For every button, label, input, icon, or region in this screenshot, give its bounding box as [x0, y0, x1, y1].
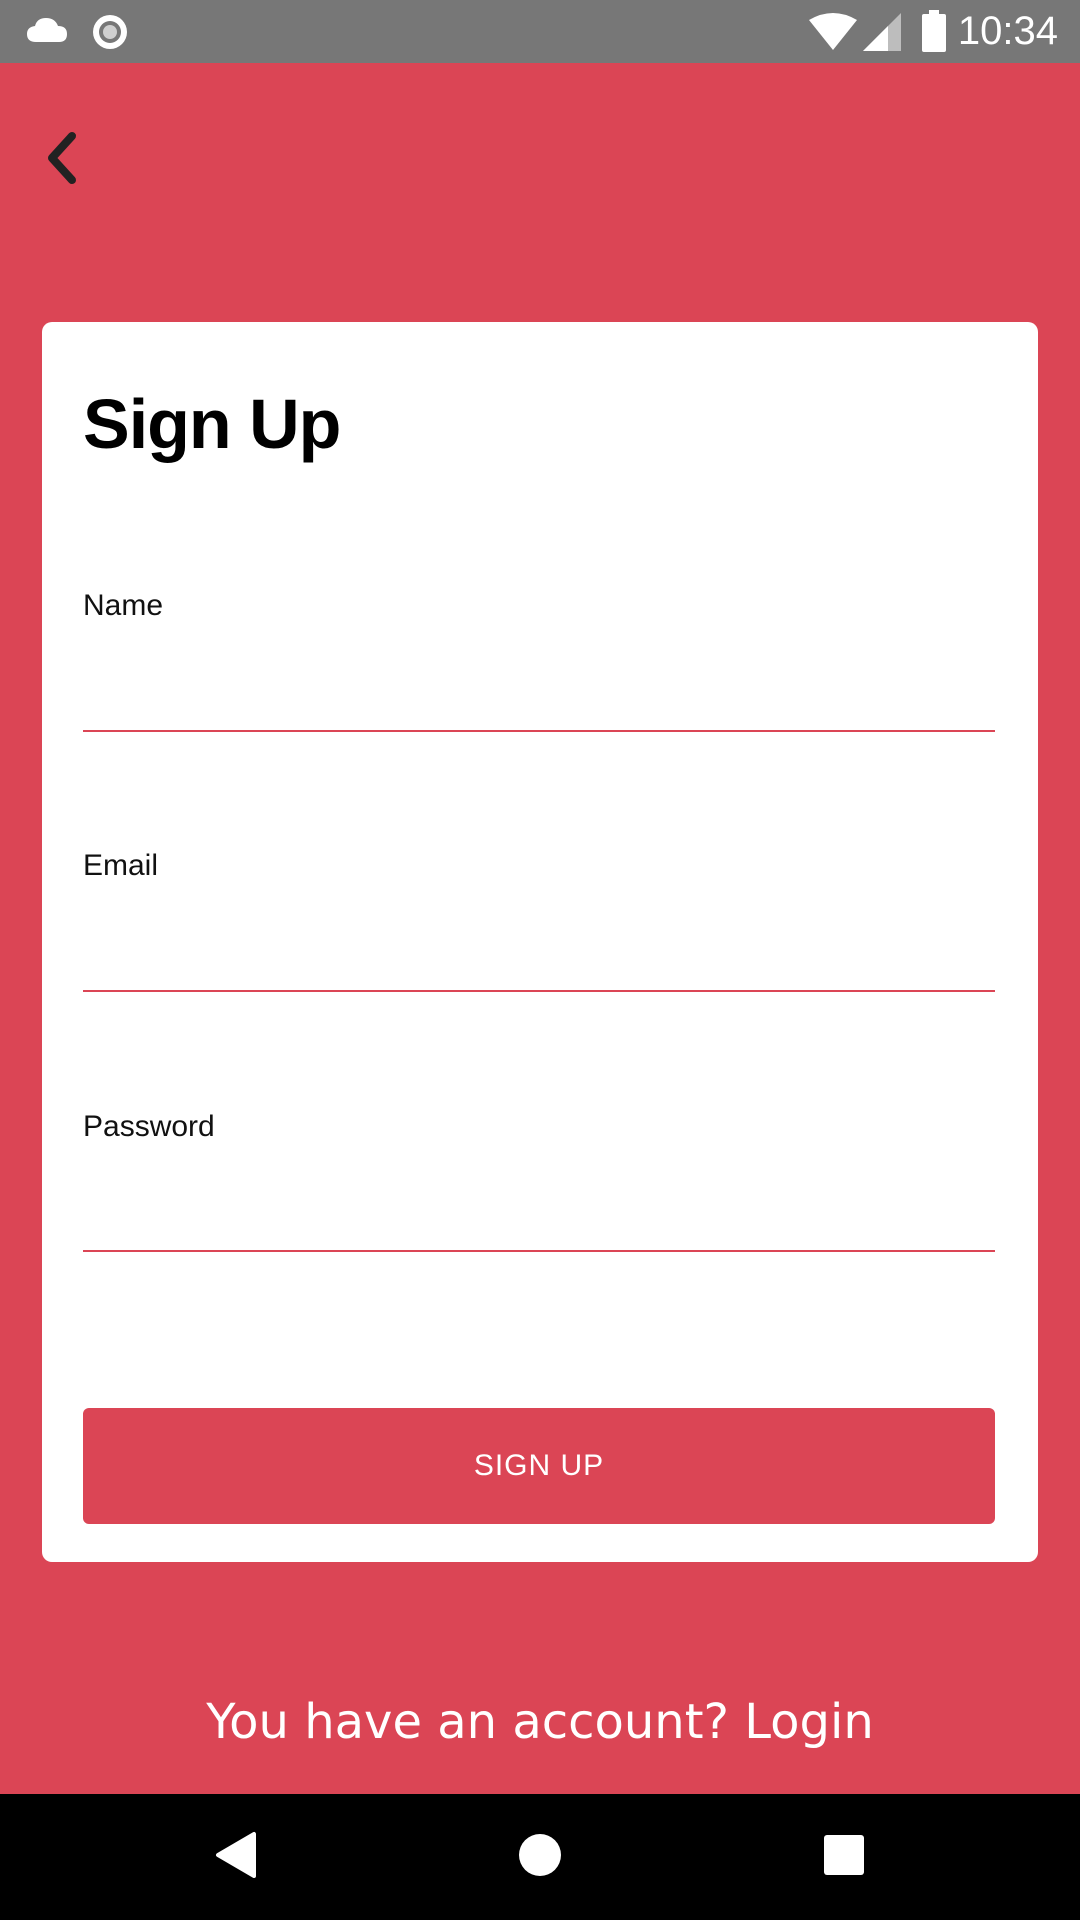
email-field[interactable]	[83, 926, 995, 992]
password-field[interactable]	[83, 1186, 995, 1252]
email-label: Email	[83, 849, 159, 882]
battery-icon	[922, 10, 946, 57]
name-label: Name	[83, 589, 164, 622]
chevron-left-icon	[40, 128, 80, 193]
back-triangle-icon	[214, 1831, 258, 1884]
cloud-icon	[26, 16, 68, 49]
back-button[interactable]	[30, 130, 90, 190]
status-bar: 10:34	[0, 0, 1080, 63]
record-icon	[90, 12, 130, 57]
status-time: 10:34	[957, 9, 1058, 53]
page-title: Sign Up	[83, 385, 341, 463]
home-circle-icon	[518, 1833, 562, 1882]
password-label: Password	[83, 1110, 215, 1143]
sign-up-button[interactable]: SIGN UP	[83, 1408, 995, 1524]
name-field[interactable]	[83, 666, 995, 732]
wifi-icon	[808, 12, 858, 57]
nav-home-button[interactable]	[510, 1827, 570, 1887]
signal-icon	[862, 12, 902, 57]
signup-card: Sign Up Name Email Password SIGN UP	[42, 322, 1038, 1562]
nav-bar	[0, 1794, 1080, 1920]
recents-square-icon	[823, 1834, 865, 1881]
nav-back-button[interactable]	[206, 1827, 266, 1887]
nav-recents-button[interactable]	[814, 1827, 874, 1887]
login-link[interactable]: You have an account? Login	[0, 1694, 1080, 1750]
